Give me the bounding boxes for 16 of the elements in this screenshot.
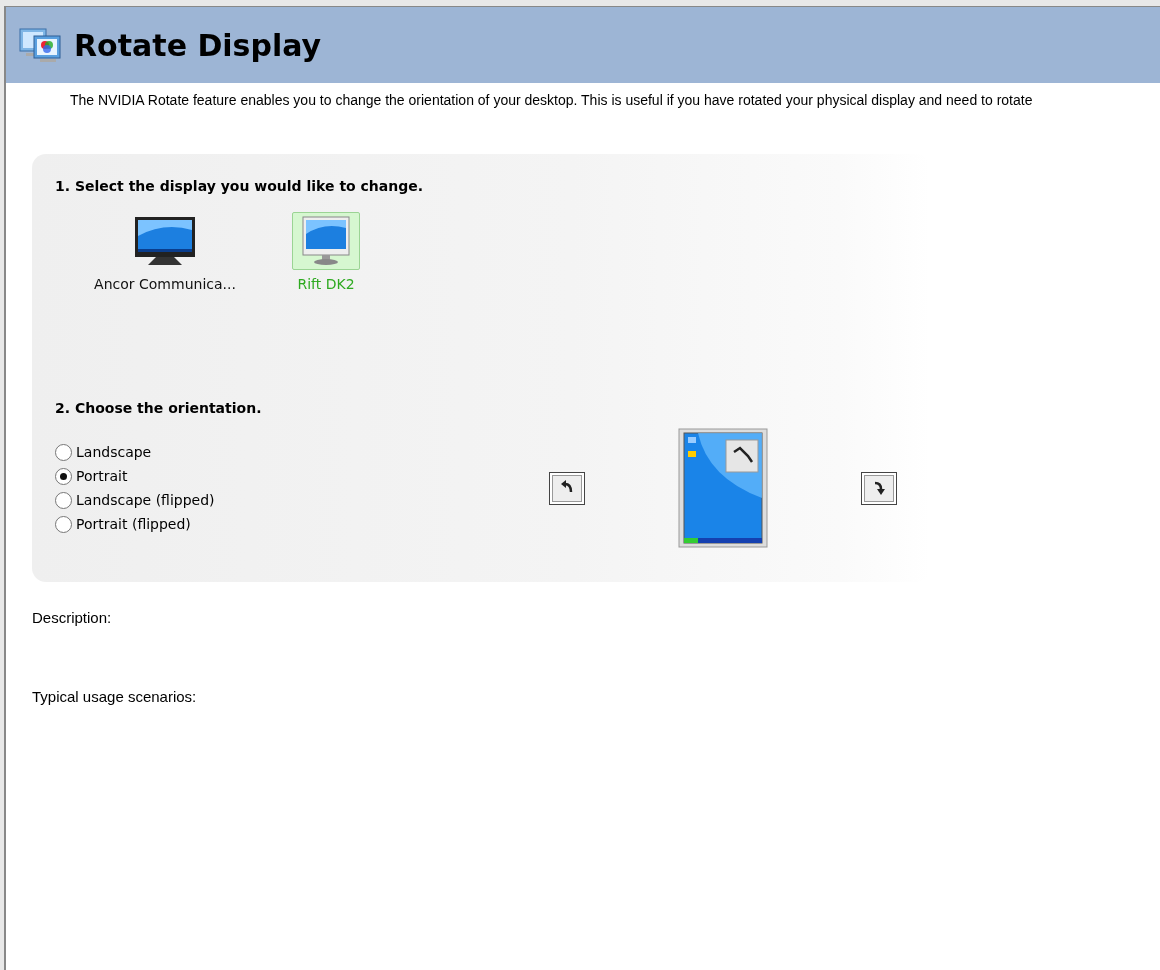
intro-text: The NVIDIA Rotate feature enables you to change the orientation of your desktop. This is useful if you have rotated your physical display and need to rotate bbox=[70, 92, 1034, 108]
orientation-radio[interactable]: Landscape bbox=[55, 443, 549, 461]
monitors-icon bbox=[18, 27, 64, 63]
rotate-left-button[interactable] bbox=[549, 471, 585, 505]
monitor-icon bbox=[302, 216, 350, 266]
usage-label: Typical usage scenarios: bbox=[32, 688, 198, 705]
monitor-icon bbox=[134, 216, 196, 266]
description-label: Description: bbox=[32, 609, 113, 626]
display-item[interactable]: Ancor Communica... bbox=[90, 212, 240, 292]
orientation-radio[interactable]: Portrait (flipped) bbox=[55, 515, 549, 533]
step-heading: 1. Select the display you would like to change. bbox=[55, 178, 425, 194]
orientation-radio[interactable]: Landscape (flipped) bbox=[55, 491, 549, 509]
orientation-radio[interactable]: Portrait bbox=[55, 467, 549, 485]
rotate-right-button[interactable] bbox=[861, 471, 897, 505]
page-title: Rotate Display bbox=[74, 27, 322, 63]
step-heading: 2. Choose the orientation. bbox=[55, 400, 263, 416]
